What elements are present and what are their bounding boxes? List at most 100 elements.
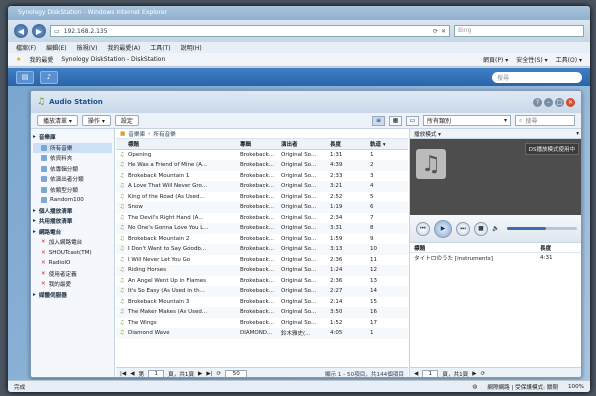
fav-tool-tools[interactable]: 工具(O) ▾ [556, 55, 582, 64]
next-page-icon[interactable]: ▶ [198, 371, 202, 377]
table-row[interactable]: ♫ It's So Easy (As Used in th... Brokeback… [116, 286, 408, 297]
settings-button[interactable]: 設定 [114, 115, 139, 126]
table-row[interactable]: ♫ A Love That Will Never Gro... Brokeback.… [116, 181, 408, 192]
table-row[interactable]: ♫ Opening Brokeback... Original So... 1:31 1 [116, 150, 408, 161]
table-row[interactable]: ♫ An Angel Went Up in Flames Brokeback... O… [116, 276, 408, 287]
menu-help[interactable]: 說明(H) [181, 43, 202, 52]
table-row[interactable]: ♫ Brokeback Mountain 3 Brokeback... Origina… [116, 297, 408, 308]
url-field[interactable]: ▭ 192.168.2.135 ⟳ ✕ [50, 25, 450, 37]
table-row[interactable]: ♫ Brokeback Mountain 2 Brokeback... Origina… [116, 234, 408, 245]
dsm-search-input[interactable]: 搜尋 [492, 71, 582, 83]
sidebar-group[interactable]: ▸ 音樂庫 [33, 132, 112, 143]
track-rows: ♫ Opening Brokeback... Original So... 1:31 1 ♫… [116, 150, 408, 339]
previous-icon[interactable]: ⏮ [416, 221, 430, 236]
menu-view[interactable]: 檢視(V) [77, 43, 98, 52]
dsm-menu-icon[interactable]: ▤ [16, 70, 34, 84]
queue-page-input[interactable]: 1 [422, 369, 439, 377]
sidebar-item-label: 依資料夾 [50, 156, 73, 163]
queue-row[interactable]: タイトロのうた [instruments] 4:31 [410, 253, 581, 263]
table-row[interactable]: ♫ Brokeback Mountain 1 Brokeback... Origina… [116, 171, 408, 182]
first-page-icon[interactable]: |◀ [120, 371, 126, 377]
track-artist: Original So... [281, 193, 317, 200]
sidebar-item[interactable]: 依資料夾 [33, 153, 112, 164]
sidebar-item[interactable]: ✕ 我的最愛 [33, 279, 112, 290]
table-row[interactable]: ♫ Diamond Wave DIAMOND... 鈴木雅史(... 4:05 1 [116, 328, 408, 339]
table-row[interactable]: ♫ The Devil's Right Hand (A... Brokeback..… [116, 213, 408, 224]
refresh-icon[interactable]: ⟳ [433, 28, 438, 35]
minimize-icon[interactable]: – [544, 97, 553, 107]
sidebar-item[interactable]: 依專輯分類 [33, 164, 112, 175]
sidebar-item[interactable]: 所有音樂 [33, 142, 112, 153]
favorites-label[interactable]: 我的最愛 [29, 55, 53, 64]
help-icon[interactable]: ? [533, 97, 542, 107]
prev-page-icon[interactable]: ◀ [130, 371, 134, 377]
column-album[interactable]: 專輯 [240, 140, 281, 148]
table-row[interactable]: ♫ Riding Horses Brokeback... Original So...… [116, 265, 408, 276]
column-artist[interactable]: 演出者 [281, 140, 330, 148]
table-row[interactable]: ♫ The Maker Makes (As Used... Brokeback...… [116, 307, 408, 318]
table-row[interactable]: ♫ The Wings Brokeback... Original So... 1:52… [116, 318, 408, 329]
sidebar-item[interactable]: ✕ 使用者定義 [33, 269, 112, 280]
column-track[interactable]: 軌道 ▾ [370, 140, 406, 148]
menu-tools[interactable]: 工具(T) [150, 43, 170, 52]
sidebar-group[interactable]: ▸ 網路電台 [33, 227, 112, 238]
close-icon[interactable]: ✕ [566, 97, 575, 107]
list-view-icon[interactable]: ≡ [372, 115, 385, 126]
playlist-button[interactable]: 播放清單 ▾ [37, 115, 78, 126]
queue-next-icon[interactable]: ▶ [472, 371, 476, 377]
last-page-icon[interactable]: ▶| [206, 371, 212, 377]
table-row[interactable]: ♫ No One's Gonna Love You L... Brokeback..… [116, 223, 408, 234]
star-icon[interactable]: ★ [16, 56, 21, 63]
queue-prev-icon[interactable]: ◀ [414, 371, 418, 377]
category-select[interactable]: 所有類別 ▾ [423, 115, 511, 126]
table-row[interactable]: ♫ Snow Brokeback... Original So... 1:19 6 [116, 202, 408, 213]
action-button[interactable]: 操作 ▾ [81, 115, 111, 126]
fav-tool-safety[interactable]: 安全性(S) ▾ [516, 55, 547, 64]
refresh-list-icon[interactable]: ⟳ [217, 371, 222, 377]
page-input[interactable]: 1 [148, 369, 165, 377]
sidebar-item[interactable]: ✕ SHOUTcast(TM) [33, 248, 112, 259]
table-row[interactable]: ♫ I Will Never Let You Go Brokeback... Orig… [116, 255, 408, 266]
table-row[interactable]: ♫ I Don't Want to Say Goodb... Brokeback..… [116, 244, 408, 255]
music-file-icon: ♫ [119, 162, 125, 169]
sidebar-group[interactable]: ▸ 個人播放清單 [33, 206, 112, 217]
library-search-input[interactable]: ⌕ 搜尋 [515, 115, 575, 126]
track-album: Brokeback... [240, 267, 274, 274]
menu-edit[interactable]: 編輯(E) [46, 43, 66, 52]
sidebar-item[interactable]: Random100 [33, 195, 112, 206]
player-menu-icon[interactable]: ▾ [576, 131, 579, 137]
play-mode-select[interactable]: 播放模式 ▾ [414, 130, 441, 138]
forward-icon[interactable]: ▶ [32, 24, 46, 38]
zoom-level[interactable]: 100% [568, 384, 584, 390]
sidebar-item[interactable]: 依演出者分類 [33, 174, 112, 185]
browser-tab[interactable]: Synology DiskStation - DiskStation [61, 56, 165, 63]
column-duration[interactable]: 長度 [330, 140, 370, 148]
grid-view-icon[interactable]: ▦ [389, 115, 402, 126]
stop-icon[interactable]: ✕ [441, 28, 446, 35]
cover-view-icon[interactable]: ▭ [406, 115, 419, 126]
sidebar-item[interactable]: ✕ 加入網路電台 [33, 237, 112, 248]
menu-file[interactable]: 檔案(F) [16, 43, 36, 52]
column-title[interactable]: 標題 [128, 140, 240, 148]
sidebar-group[interactable]: ▸ 媒體伺服器 [33, 290, 112, 301]
next-icon[interactable]: ⏭ [456, 221, 470, 236]
play-icon[interactable]: ▶ [434, 219, 452, 238]
fav-tool-page[interactable]: 網頁(P) ▾ [483, 55, 508, 64]
search-input[interactable]: Bing [454, 25, 584, 37]
sidebar-item[interactable]: 依類型分類 [33, 185, 112, 196]
volume-slider[interactable] [507, 227, 577, 230]
sidebar-group[interactable]: ▸ 共用播放清單 [33, 216, 112, 227]
table-row[interactable]: ♫ He Was a Friend of Mine (A... Brokeback.… [116, 160, 408, 171]
queue-refresh-icon[interactable]: ⟳ [481, 371, 486, 377]
table-row[interactable]: ♫ King of the Road (As Used... Brokeback..… [116, 192, 408, 203]
track-artist: Original So... [281, 309, 317, 316]
stop-icon-player[interactable]: ■ [474, 221, 488, 236]
breadcrumb-root[interactable]: 音樂庫 [128, 130, 145, 138]
per-page-select[interactable]: 50 [225, 369, 248, 377]
maximize-icon[interactable]: □ [555, 97, 564, 107]
back-icon[interactable]: ◀ [14, 24, 28, 38]
audio-station-task-icon[interactable]: ♪ [40, 70, 58, 84]
menu-favorites[interactable]: 我的最愛(A) [107, 43, 140, 52]
sidebar-item[interactable]: ✕ RadioIO [33, 258, 112, 269]
track-album: Brokeback... [240, 204, 274, 211]
